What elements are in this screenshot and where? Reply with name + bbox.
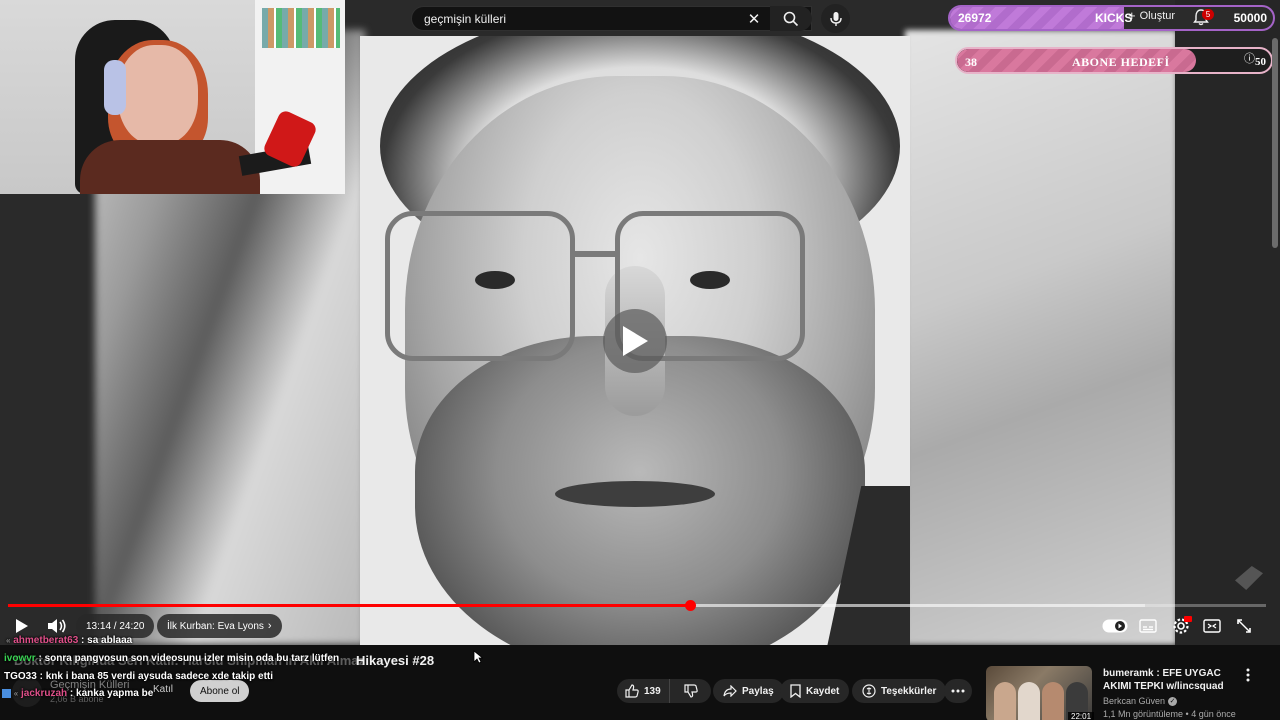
chat-message: « ahmetberat63 : sa ablaaa: [6, 635, 133, 646]
autoplay-toggle[interactable]: [1102, 615, 1128, 637]
search-input[interactable]: geçmişin külleri: [424, 12, 741, 26]
screen: geçmişin külleri ✕ 26972 KICKS 50000 + O…: [0, 0, 1280, 720]
chat-username: jackruzah: [21, 688, 68, 699]
voice-search-button[interactable]: [821, 4, 850, 33]
chapter-button[interactable]: İlk Kurban: Eva Lyons ›: [157, 614, 282, 638]
subscriber-goal-label: ABONE HEDEFİ: [1072, 55, 1170, 69]
theater-mode-button[interactable]: [1202, 615, 1222, 637]
search-box[interactable]: geçmişin külleri ✕: [411, 6, 812, 31]
play-icon: [623, 326, 648, 356]
chat-message: « jackruzah : kanka yapma be: [2, 685, 153, 702]
thanks-label: Teşekkürler: [881, 685, 937, 697]
more-vertical-icon: [1246, 668, 1250, 682]
microphone-icon: [829, 11, 842, 26]
like-count: 139: [644, 685, 661, 697]
played-bar: [8, 604, 690, 607]
like-button[interactable]: 139: [617, 679, 670, 703]
more-horizontal-icon: [951, 689, 965, 693]
chat-badge-icon: «: [6, 636, 11, 645]
toggle-icon: [1102, 619, 1128, 633]
share-label: Paylaş: [742, 685, 774, 697]
page-scrollbar[interactable]: [1272, 38, 1278, 248]
subscriber-goal: 50: [1255, 56, 1266, 68]
theater-icon: [1203, 619, 1221, 633]
subtitles-button[interactable]: [1138, 615, 1158, 637]
kicks-current: 26972: [958, 11, 992, 25]
recommendation-duration: 22:01: [1068, 712, 1095, 720]
chat-username: ivowvr: [4, 653, 36, 664]
video-side-panel: [1175, 0, 1280, 645]
share-button[interactable]: Paylaş: [713, 679, 784, 703]
share-icon: [723, 685, 737, 697]
scrubber-handle[interactable]: [684, 600, 696, 611]
dislike-button[interactable]: [675, 684, 707, 698]
bookmark-icon: [790, 684, 801, 698]
thumbs-down-icon: [684, 684, 698, 698]
info-icon: ⓘ: [1244, 53, 1255, 65]
chat-text: kanka yapma be: [76, 688, 154, 699]
recommendation-channel-name: Berkcan Güven: [1103, 696, 1166, 706]
recommendation-title[interactable]: bumeramk : EFE UYGAC AKIMI TEPKI w/lincs…: [1103, 667, 1243, 693]
chat-username: TGO33: [4, 671, 37, 682]
kicks-goal: 50000: [1233, 11, 1267, 25]
kicks-goal-bar: 26972 KICKS 50000: [948, 5, 1275, 31]
search-icon: [783, 11, 799, 26]
recommendation-channel[interactable]: Berkcan Güven ✓: [1103, 696, 1178, 706]
chevron-right-icon: ›: [267, 620, 272, 632]
kicks-label: KICKS: [1095, 11, 1133, 25]
subscriber-goal-bar: 38 ABONE HEDEFİ ⓘ 50: [955, 47, 1273, 74]
mouse-cursor-icon: [473, 650, 484, 669]
plus-icon: +: [1128, 8, 1136, 23]
video-blur-background-right: [905, 30, 1177, 645]
subtitles-icon: [1139, 619, 1157, 633]
webcam-overlay: [0, 0, 345, 194]
chat-text: knk i bana 85 verdi aysuda sadece xde ta…: [45, 671, 274, 682]
verified-icon: ✓: [1168, 696, 1178, 706]
play-overlay-button[interactable]: [603, 309, 667, 373]
fullscreen-button[interactable]: [1234, 615, 1254, 637]
chat-text: sonra pangvosun son videosunu izler misi…: [44, 653, 340, 664]
more-actions-button[interactable]: [944, 679, 972, 703]
create-label: Oluştur: [1139, 9, 1176, 22]
save-button[interactable]: Kaydet: [780, 679, 850, 703]
video-progress-bar[interactable]: [8, 604, 1266, 607]
thumbs-up-icon: [625, 684, 639, 698]
recommendation-menu-button[interactable]: [1240, 667, 1256, 683]
save-label: Kaydet: [806, 685, 840, 697]
subscriber-current: 38: [965, 55, 977, 69]
recommendation-meta: 1,1 Mn görüntüleme • 4 gün önce: [1103, 709, 1236, 719]
like-dislike-group: 139: [617, 679, 711, 703]
clear-icon[interactable]: ✕: [741, 10, 767, 28]
streamer-face: [118, 45, 198, 145]
settings-button[interactable]: [1170, 615, 1192, 637]
chapter-label: İlk Kurban: Eva Lyons: [167, 620, 264, 632]
chat-badge-icon: «: [13, 689, 19, 698]
chat-text: sa ablaaa: [87, 635, 133, 646]
video-title: Hikayesi #28: [356, 653, 435, 668]
hd-badge: [1184, 616, 1192, 622]
create-button[interactable]: + Oluştur: [1128, 8, 1175, 23]
chat-username: ahmetberat63: [13, 635, 79, 646]
thanks-button[interactable]: Teşekkürler: [852, 679, 947, 703]
chat-message: ivowvr : sonra pangvosun son videosunu i…: [4, 653, 340, 664]
headset: [104, 60, 126, 115]
chat-badge-icon: [2, 688, 11, 698]
thanks-icon: [862, 684, 876, 698]
chat-message: TGO33 : knk i bana 85 verdi aysuda sadec…: [4, 671, 274, 682]
search-button[interactable]: [770, 6, 812, 31]
notification-badge: 5: [1202, 9, 1214, 20]
fullscreen-icon: [1237, 619, 1251, 633]
